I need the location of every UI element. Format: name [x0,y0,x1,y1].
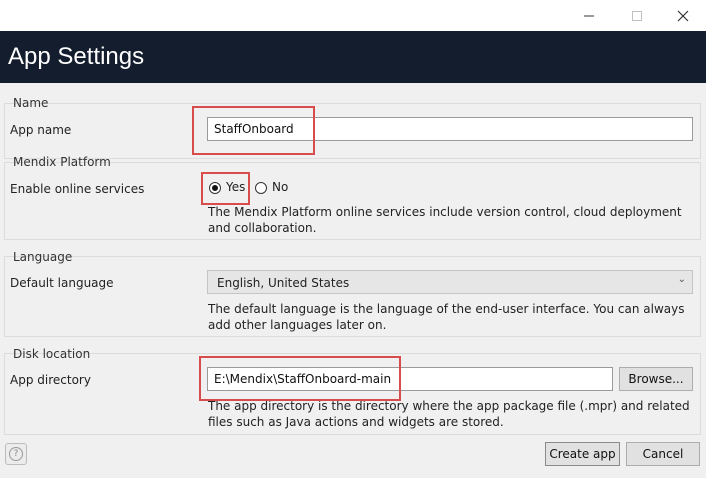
platform-hint: The Mendix Platform online services incl… [208,205,682,235]
radio-selected-dot [212,185,218,191]
cancel-button[interactable]: Cancel [626,442,700,466]
maximize-icon [614,0,660,31]
yes-radio[interactable] [209,182,221,194]
app-name-label: App name [10,123,72,137]
dialog-header: App Settings [0,31,706,83]
platform-group-title: Mendix Platform [13,155,111,169]
browse-button[interactable]: Browse... [619,367,693,391]
online-services-label: Enable online services [10,182,145,196]
help-icon: ? [9,447,23,461]
no-radio-label[interactable]: No [272,180,288,194]
app-directory-input[interactable] [207,367,613,391]
disk-group-title: Disk location [13,347,91,361]
minimize-icon[interactable] [566,0,612,31]
language-group-title: Language [13,250,73,264]
default-language-select[interactable]: English, United States ⌄ [207,270,693,294]
create-app-button[interactable]: Create app [545,442,620,466]
app-directory-label: App directory [10,373,91,387]
window-titlebar [0,0,706,31]
help-button[interactable]: ? [5,443,27,465]
dialog-title: App Settings [8,43,145,70]
name-group-title: Name [13,96,49,110]
disk-hint: The app directory is the directory where… [208,399,690,429]
default-language-value: English, United States [217,276,350,290]
yes-radio-label[interactable]: Yes [226,180,245,194]
app-name-input[interactable] [207,117,693,141]
default-language-label: Default language [10,276,114,290]
no-radio[interactable] [255,182,267,194]
chevron-down-icon: ⌄ [677,274,686,285]
close-icon[interactable] [660,0,706,31]
language-hint: The default language is the language of … [208,302,685,332]
